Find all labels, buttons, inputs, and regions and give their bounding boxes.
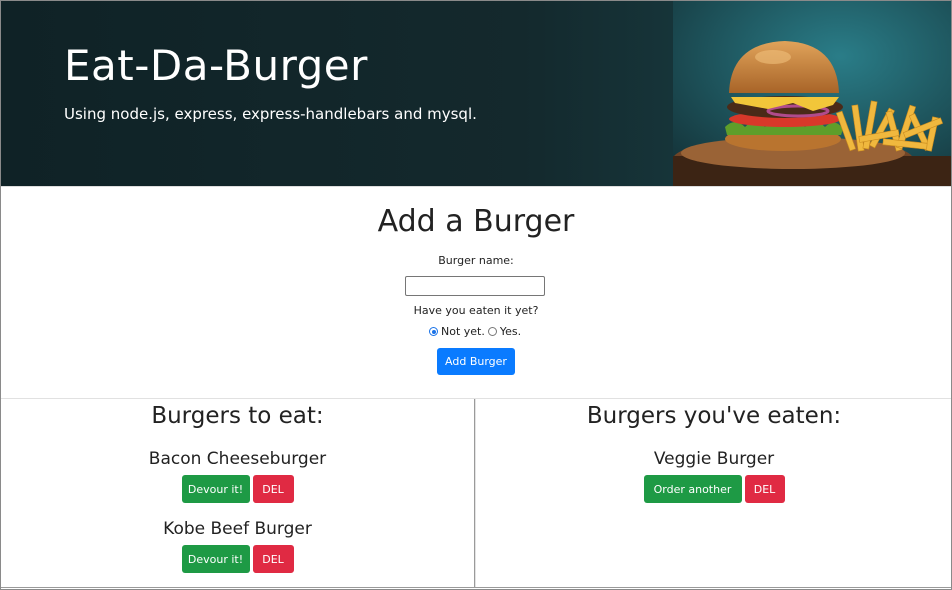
bottom-border [1, 587, 951, 588]
yes-radio[interactable] [487, 327, 497, 336]
delete-button[interactable]: DEL [252, 545, 294, 573]
page-frame: Eat-Da-Burger Using node.js, express, ex… [0, 0, 952, 590]
hero-banner: Eat-Da-Burger Using node.js, express, ex… [1, 1, 951, 187]
page-subtitle: Using node.js, express, express-handleba… [64, 105, 477, 123]
not-yet-radio[interactable] [429, 327, 438, 336]
order-another-button[interactable]: Order another [643, 475, 742, 503]
burgers-to-eat-panel: Burgers to eat: Bacon Cheeseburger Devou… [1, 399, 475, 588]
burger-name-label: Burger name: [438, 254, 514, 267]
to-eat-item-name: Kobe Beef Burger [163, 519, 312, 539]
not-yet-label: Not yet. [441, 325, 485, 338]
to-eat-heading: Burgers to eat: [151, 403, 324, 429]
add-burger-heading: Add a Burger [377, 204, 575, 239]
eaten-radio-group: Not yet. Yes. [429, 325, 521, 338]
to-eat-item-name: Bacon Cheeseburger [148, 449, 327, 469]
delete-button[interactable]: DEL [744, 475, 785, 503]
eaten-item-name: Veggie Burger [653, 449, 775, 469]
devour-button[interactable]: Devour it! [181, 475, 250, 503]
devour-button[interactable]: Devour it! [181, 545, 250, 573]
burgers-eaten-panel: Burgers you've eaten: Veggie Burger Orde… [475, 399, 951, 588]
to-eat-item-actions: Devour it! DEL [1, 545, 474, 573]
add-burger-button[interactable]: Add Burger [437, 348, 515, 375]
to-eat-item-actions: Devour it! DEL [1, 475, 474, 503]
page-title: Eat-Da-Burger [64, 41, 368, 90]
eaten-question-label: Have you eaten it yet? [413, 304, 539, 317]
burger-photo-image [673, 1, 951, 186]
eaten-item-actions: Order another DEL [476, 475, 951, 503]
delete-button[interactable]: DEL [252, 475, 294, 503]
burger-name-input[interactable] [405, 276, 545, 296]
yes-label: Yes. [499, 325, 522, 338]
eaten-heading: Burgers you've eaten: [586, 403, 842, 429]
